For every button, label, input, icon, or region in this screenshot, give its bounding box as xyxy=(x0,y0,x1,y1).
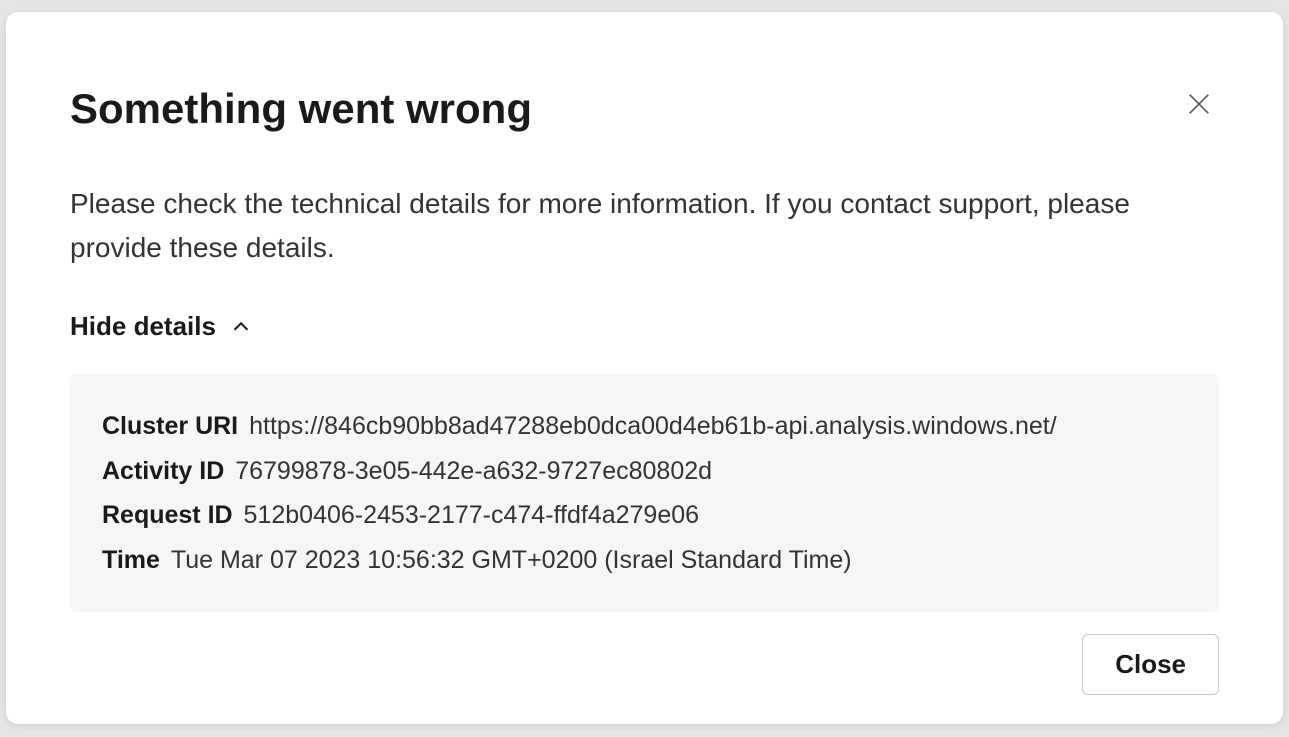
detail-request-id: Request ID 512b0406-2453-2177-c474-ffdf4… xyxy=(102,493,1187,538)
dialog-footer: Close xyxy=(70,634,1219,695)
detail-value: https://846cb90bb8ad47288eb0dca00d4eb61b… xyxy=(249,412,1057,440)
detail-label: Time xyxy=(102,546,160,574)
dialog-message: Please check the technical details for m… xyxy=(70,182,1130,269)
close-icon-button[interactable] xyxy=(1179,84,1219,124)
technical-details-panel: Cluster URI https://846cb90bb8ad47288eb0… xyxy=(70,374,1219,612)
detail-label: Activity ID xyxy=(102,457,224,485)
detail-value: Tue Mar 07 2023 10:56:32 GMT+0200 (Israe… xyxy=(171,546,852,574)
detail-label: Cluster URI xyxy=(102,412,238,440)
error-dialog: Something went wrong Please check the te… xyxy=(6,12,1283,724)
dialog-title: Something went wrong xyxy=(70,84,532,134)
chevron-up-icon xyxy=(230,316,252,338)
detail-label: Request ID xyxy=(102,501,233,529)
close-button[interactable]: Close xyxy=(1082,634,1219,695)
detail-cluster-uri: Cluster URI https://846cb90bb8ad47288eb0… xyxy=(102,404,1187,449)
details-toggle[interactable]: Hide details xyxy=(70,311,252,342)
detail-activity-id: Activity ID 76799878-3e05-442e-a632-9727… xyxy=(102,449,1187,494)
detail-time: Time Tue Mar 07 2023 10:56:32 GMT+0200 (… xyxy=(102,538,1187,583)
dialog-header: Something went wrong xyxy=(70,84,1219,134)
details-toggle-label: Hide details xyxy=(70,311,216,342)
detail-value: 76799878-3e05-442e-a632-9727ec80802d xyxy=(235,457,712,485)
close-icon xyxy=(1183,88,1215,120)
detail-value: 512b0406-2453-2177-c474-ffdf4a279e06 xyxy=(244,501,700,529)
